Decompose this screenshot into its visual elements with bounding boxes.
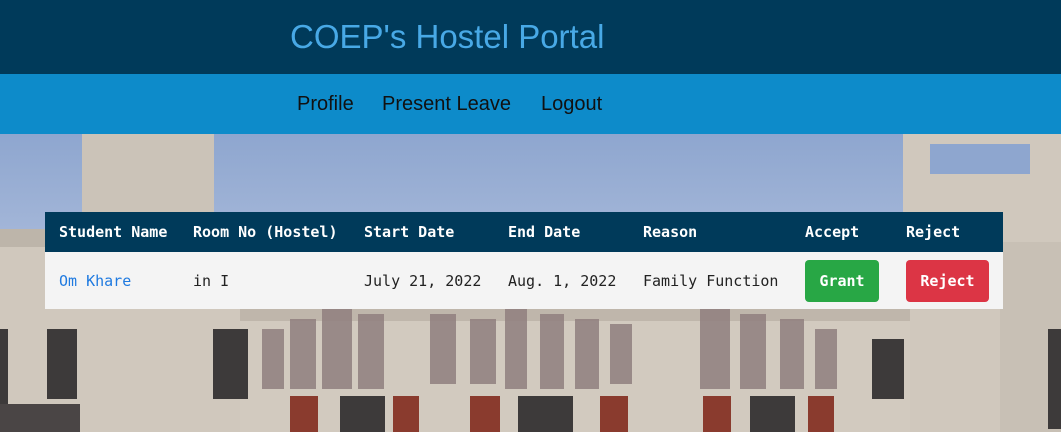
col-reject: Reject bbox=[892, 212, 1003, 252]
col-start-date: Start Date bbox=[350, 212, 494, 252]
nav-profile[interactable]: Profile bbox=[297, 93, 354, 116]
col-room: Room No (Hostel) bbox=[179, 212, 350, 252]
cell-reason: Family Function bbox=[629, 252, 791, 309]
reject-button[interactable]: Reject bbox=[906, 259, 989, 302]
student-name-link[interactable]: Om Khare bbox=[59, 272, 131, 290]
grant-button[interactable]: Grant bbox=[805, 259, 879, 302]
nav-logout[interactable]: Logout bbox=[541, 93, 602, 116]
table-row: Om Khare in I July 21, 2022 Aug. 1, 2022… bbox=[45, 252, 1003, 309]
nav-present-leave[interactable]: Present Leave bbox=[382, 93, 511, 116]
site-header: COEP's Hostel Portal bbox=[0, 0, 1061, 74]
site-title: COEP's Hostel Portal bbox=[290, 18, 605, 55]
table-header-row: Student Name Room No (Hostel) Start Date… bbox=[45, 212, 1003, 252]
col-accept: Accept bbox=[791, 212, 892, 252]
cell-room: in I bbox=[179, 252, 350, 309]
cell-accept: Grant bbox=[791, 252, 892, 309]
cell-start-date: July 21, 2022 bbox=[350, 252, 494, 309]
col-student-name: Student Name bbox=[45, 212, 179, 252]
leave-requests-table-container: Student Name Room No (Hostel) Start Date… bbox=[45, 212, 1003, 309]
leave-requests-table: Student Name Room No (Hostel) Start Date… bbox=[45, 212, 1003, 309]
cell-end-date: Aug. 1, 2022 bbox=[494, 252, 629, 309]
cell-reject: Reject bbox=[892, 252, 1003, 309]
main-nav: Profile Present Leave Logout bbox=[0, 74, 1061, 134]
col-reason: Reason bbox=[629, 212, 791, 252]
cell-student-name: Om Khare bbox=[45, 252, 179, 309]
col-end-date: End Date bbox=[494, 212, 629, 252]
